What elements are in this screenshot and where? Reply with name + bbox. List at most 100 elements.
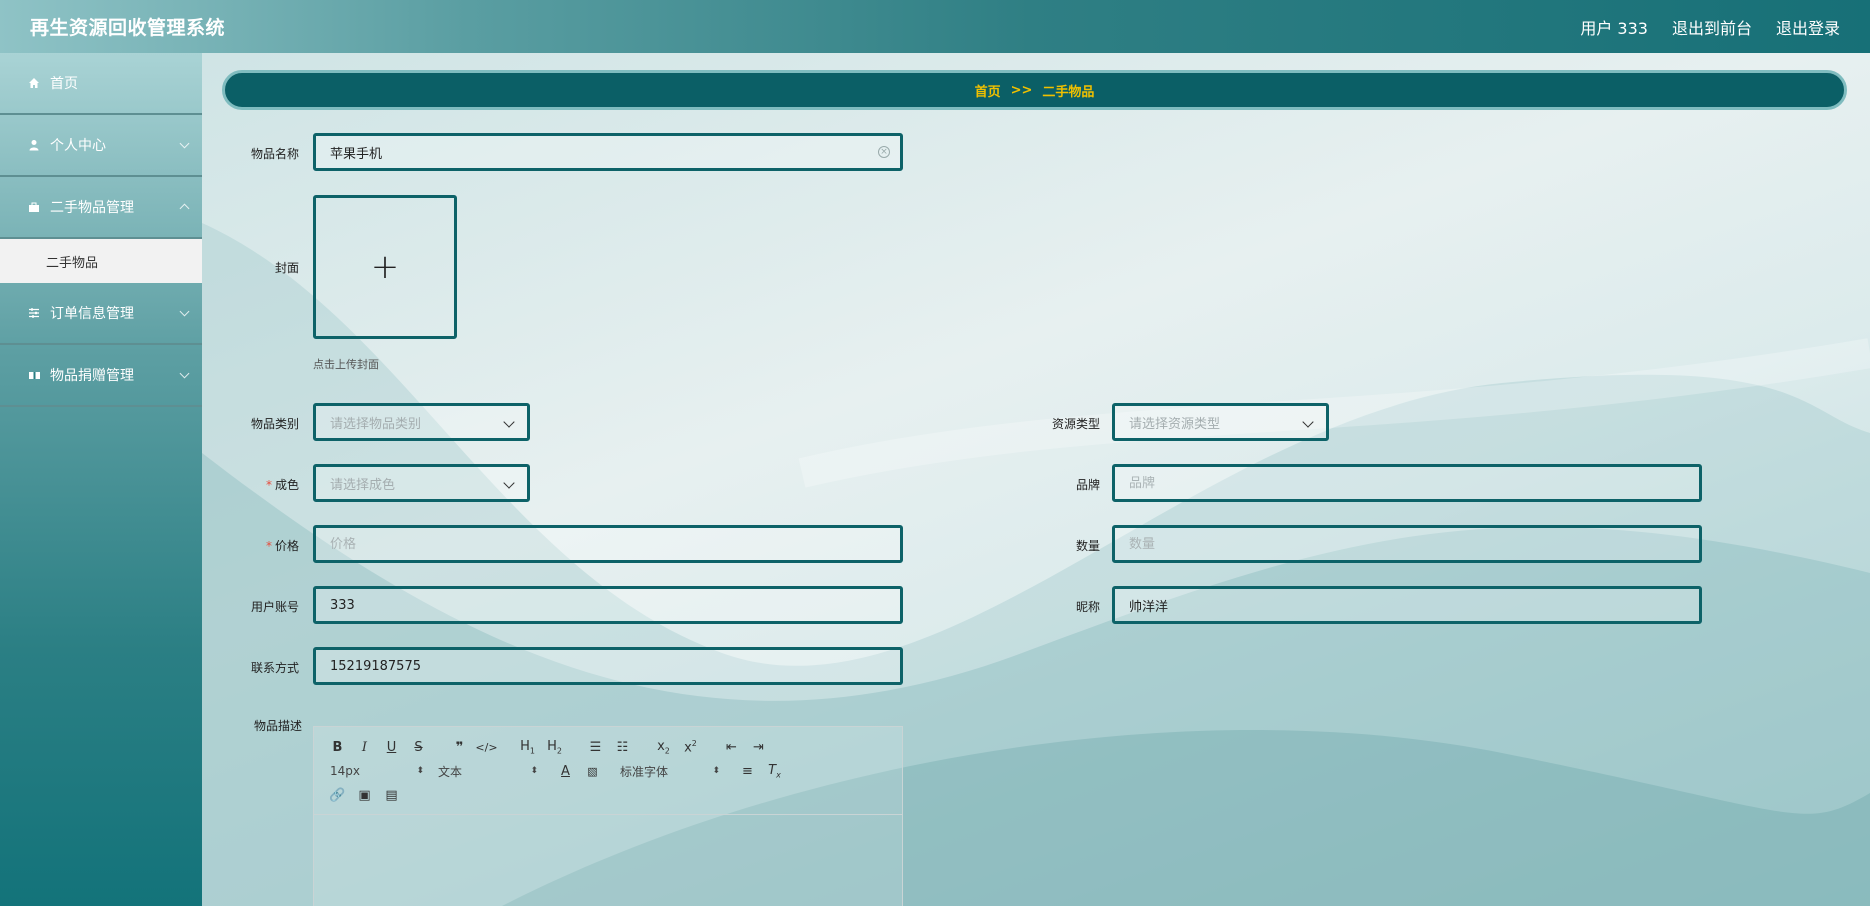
back-to-front-link[interactable]: 退出到前台 — [1672, 15, 1752, 39]
updown-arrow-icon: ⬍ — [416, 766, 424, 776]
breadcrumb: 首页 >> 二手物品 — [222, 70, 1847, 110]
indent-icon[interactable]: ⇥ — [745, 740, 772, 755]
price-input-text[interactable] — [330, 536, 900, 552]
underline-icon[interactable]: U — [378, 740, 405, 755]
chevron-down-icon — [1302, 416, 1314, 428]
sidebar: 首页 个人中心 二手物品管理 二手物品 订单信息管理 物品捐赠管理 — [0, 53, 202, 906]
sidebar-item-donation-management[interactable]: 物品捐赠管理 — [0, 345, 202, 407]
brand-label: 品牌 — [1075, 478, 1100, 492]
heading2-icon[interactable]: H2 — [541, 739, 568, 756]
brand-input-text[interactable] — [1129, 475, 1699, 491]
italic-icon[interactable]: I — [351, 740, 378, 755]
superscript-icon[interactable]: x2 — [677, 739, 704, 755]
cover-label: 封面 — [274, 261, 299, 275]
resource-type-label: 资源类型 — [1051, 417, 1100, 431]
contact-label: 联系方式 — [250, 661, 299, 675]
sidebar-item-home[interactable]: 首页 — [0, 53, 202, 115]
condition-select[interactable]: 请选择成色 — [313, 464, 530, 502]
plus-icon: + — [370, 247, 400, 287]
sidebar-item-label: 二手物品管理 — [50, 200, 134, 216]
name-input-text[interactable] — [330, 144, 900, 160]
updown-arrow-icon: ⬍ — [530, 766, 538, 776]
chevron-down-icon — [503, 416, 515, 428]
clear-icon[interactable]: × — [878, 146, 890, 158]
blockquote-icon[interactable]: ❞ — [446, 740, 473, 755]
quantity-input-text[interactable] — [1129, 536, 1699, 552]
text-style-select[interactable]: 文本 ⬍ — [438, 763, 538, 780]
account-label: 用户账号 — [250, 600, 299, 614]
category-label: 物品类别 — [250, 417, 299, 431]
heading1-icon[interactable]: H1 — [514, 739, 541, 756]
brand-input[interactable] — [1112, 464, 1702, 502]
font-size-value: 14px — [330, 764, 360, 778]
home-icon — [26, 77, 42, 89]
required-mark: * — [265, 478, 272, 492]
updown-arrow-icon: ⬍ — [712, 766, 720, 776]
image-icon[interactable]: ▣ — [351, 788, 378, 803]
nickname-input-text[interactable] — [1129, 597, 1699, 613]
sidebar-item-secondhand-management[interactable]: 二手物品管理 — [0, 177, 202, 239]
nickname-label: 昵称 — [1075, 600, 1100, 614]
strikethrough-icon[interactable]: S — [405, 740, 432, 755]
code-icon[interactable]: </> — [473, 741, 500, 754]
price-input[interactable] — [313, 525, 903, 563]
sidebar-item-label: 订单信息管理 — [50, 306, 134, 322]
video-icon[interactable]: ▤ — [378, 788, 405, 803]
breadcrumb-current: 二手物品 — [1042, 84, 1095, 100]
required-mark: * — [265, 539, 272, 553]
category-placeholder: 请选择物品类别 — [330, 416, 422, 432]
name-input[interactable]: × — [313, 133, 903, 171]
sidebar-item-label: 个人中心 — [50, 138, 106, 154]
sidebar-item-order-management[interactable]: 订单信息管理 — [0, 283, 202, 345]
chevron-down-icon — [179, 368, 190, 379]
contact-input[interactable] — [313, 647, 903, 685]
price-label-text: 价格 — [274, 539, 299, 553]
user-icon — [26, 139, 42, 151]
cover-upload-button[interactable]: + — [313, 195, 457, 339]
align-icon[interactable]: ≡ — [734, 764, 761, 779]
toolbar-row-2: 14px ⬍ 文本 ⬍ A ▧ 标准字体 ⬍ ≡ Tx — [324, 759, 892, 783]
quantity-label: 数量 — [1075, 539, 1100, 553]
user-label[interactable]: 用户 333 — [1580, 15, 1648, 39]
resource-type-select[interactable]: 请选择资源类型 — [1112, 403, 1329, 441]
account-input[interactable] — [313, 586, 903, 624]
gift-icon — [26, 369, 42, 381]
subscript-icon[interactable]: x2 — [650, 739, 677, 756]
clear-format-icon[interactable]: Tx — [761, 763, 788, 780]
toolbar-row-3: 🔗 ▣ ▤ — [324, 783, 892, 807]
ordered-list-icon[interactable]: ☰ — [582, 740, 609, 755]
editor-toolbar: B I U S ❞ </> H1 H2 ☰ ☷ x2 x2 ⇤ ⇥ 14px ⬍… — [314, 727, 902, 815]
contact-input-text[interactable] — [330, 658, 900, 674]
breadcrumb-home[interactable]: 首页 — [975, 81, 1001, 100]
category-select[interactable]: 请选择物品类别 — [313, 403, 530, 441]
font-size-select[interactable]: 14px ⬍ — [324, 764, 424, 778]
outdent-icon[interactable]: ⇤ — [718, 740, 745, 755]
account-input-text[interactable] — [330, 597, 900, 613]
link-icon[interactable]: 🔗 — [324, 788, 351, 803]
cover-upload-hint: 点击上传封面 — [313, 358, 379, 371]
sidebar-subitem-secondhand[interactable]: 二手物品 — [0, 239, 202, 283]
font-family-value: 标准字体 — [620, 764, 669, 779]
briefcase-icon — [26, 201, 42, 213]
description-rich-editor: B I U S ❞ </> H1 H2 ☰ ☷ x2 x2 ⇤ ⇥ 14px ⬍… — [313, 726, 903, 906]
chevron-up-icon — [179, 203, 190, 214]
main-content: 首页 >> 二手物品 物品名称 × 封面 + 点击上传封面 物品类别 请选择物品… — [202, 53, 1870, 906]
sidebar-item-personal-center[interactable]: 个人中心 — [0, 115, 202, 177]
chevron-down-icon — [179, 138, 190, 149]
nickname-input[interactable] — [1112, 586, 1702, 624]
quantity-input[interactable] — [1112, 525, 1702, 563]
condition-label: * 成色 — [219, 476, 299, 493]
font-color-icon[interactable]: A — [552, 764, 579, 779]
sidebar-item-label: 首页 — [50, 76, 78, 92]
logout-link[interactable]: 退出登录 — [1776, 15, 1840, 39]
sliders-icon — [26, 307, 42, 319]
bullet-list-icon[interactable]: ☷ — [609, 740, 636, 755]
name-label: 物品名称 — [250, 147, 299, 161]
condition-label-text: 成色 — [274, 478, 299, 492]
bold-icon[interactable]: B — [324, 740, 351, 755]
background-color-icon[interactable]: ▧ — [579, 765, 606, 778]
resource-type-placeholder: 请选择资源类型 — [1129, 416, 1221, 432]
toolbar-row-1: B I U S ❞ </> H1 H2 ☰ ☷ x2 x2 ⇤ ⇥ — [324, 735, 892, 759]
font-family-select[interactable]: 标准字体 ⬍ — [620, 763, 720, 780]
chevron-down-icon — [179, 306, 190, 317]
